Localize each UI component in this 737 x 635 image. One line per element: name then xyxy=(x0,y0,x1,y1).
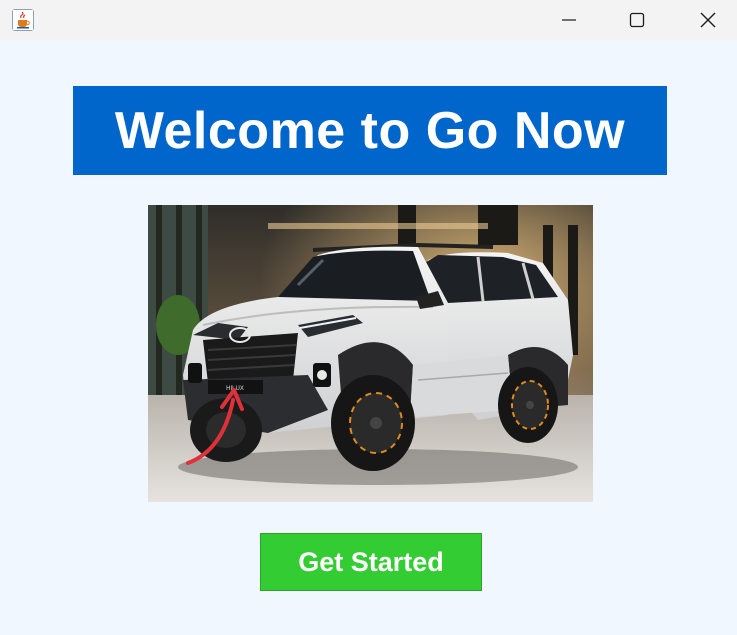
welcome-title: Welcome to Go Now xyxy=(114,101,626,160)
title-bar[interactable] xyxy=(0,0,737,40)
main-panel: Welcome to Go Now HILUX Get Started xyxy=(0,40,737,635)
close-button[interactable] xyxy=(685,0,731,40)
suv-illustration: HILUX xyxy=(148,205,593,502)
get-started-button[interactable]: Get Started xyxy=(260,533,482,591)
minimize-icon xyxy=(562,19,576,21)
welcome-banner: Welcome to Go Now xyxy=(73,86,667,175)
maximize-icon xyxy=(629,12,645,28)
get-started-label: Get Started xyxy=(298,546,444,577)
app-window: Welcome to Go Now HILUX Get Started xyxy=(0,0,737,635)
maximize-button[interactable] xyxy=(614,0,660,40)
minimize-button[interactable] xyxy=(546,0,592,40)
suv-image: HILUX xyxy=(148,205,593,502)
close-icon xyxy=(700,12,716,28)
java-cup-icon xyxy=(12,9,34,31)
